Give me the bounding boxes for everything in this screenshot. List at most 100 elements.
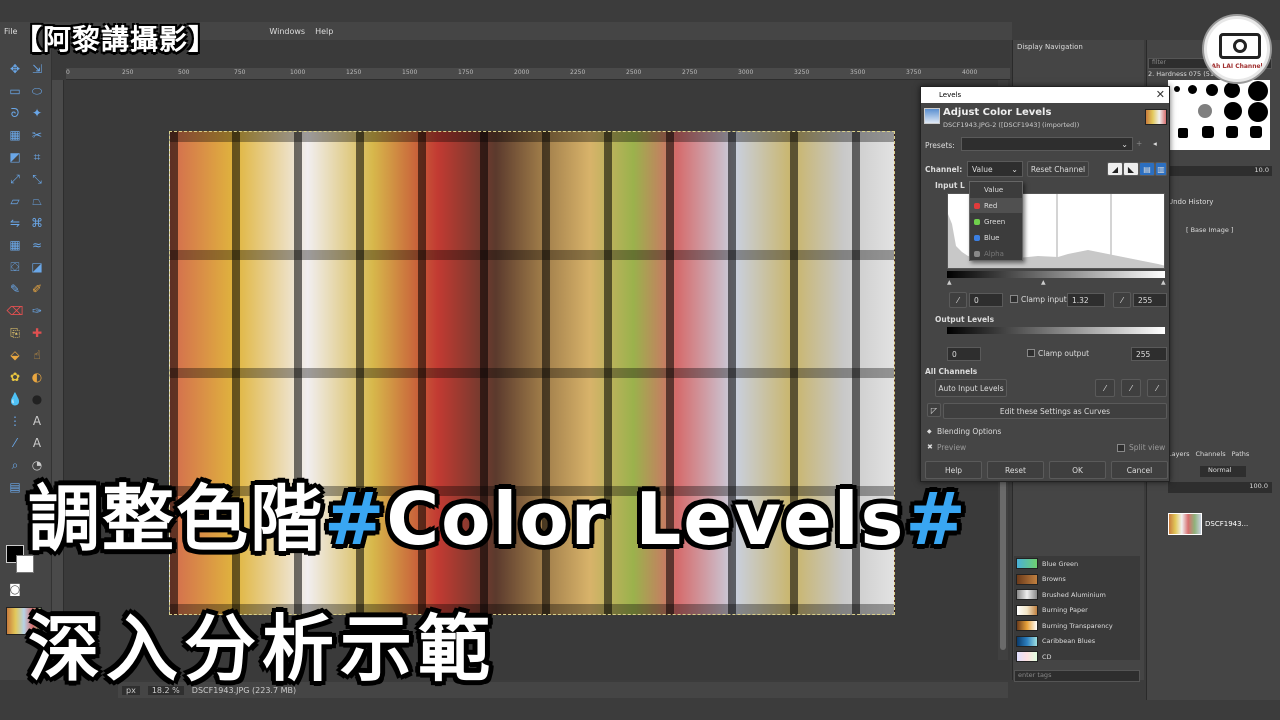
brush-spacing[interactable]: 10.0 [1168, 166, 1272, 176]
paths-icon[interactable]: ⋮ [6, 412, 24, 430]
linear-view-icon[interactable]: ▤ [1139, 162, 1155, 176]
list-item[interactable]: Brushed Aluminium [1014, 587, 1140, 603]
menu-windows[interactable]: Windows [269, 27, 305, 36]
edit-as-curves-button[interactable]: Edit these Settings as Curves [943, 403, 1167, 419]
measure-icon[interactable]: A [28, 434, 46, 452]
zoom-icon[interactable]: ⌕ [6, 456, 24, 474]
smudge-icon[interactable]: ☝ [28, 346, 46, 364]
levels-tool-icon[interactable]: ▤ [6, 478, 24, 496]
brush-item[interactable] [1188, 85, 1197, 94]
input-low-field[interactable]: 0 [969, 293, 1003, 307]
rect-select-icon[interactable]: ▭ [6, 82, 24, 100]
ok-button[interactable]: OK [1049, 461, 1106, 479]
ellipse-select-icon[interactable]: ⬭ [28, 82, 46, 100]
brush-item[interactable] [1178, 128, 1188, 138]
log-view-icon[interactable]: ▥ [1155, 162, 1167, 176]
black-point-picker-icon[interactable]: ⁄ [949, 292, 967, 308]
brush-item[interactable] [1226, 126, 1238, 138]
undo-item[interactable]: [ Base Image ] [1186, 226, 1233, 234]
auto-input-levels-button[interactable]: Auto Input Levels [935, 379, 1007, 397]
gamma-handle-icon[interactable]: ▲ [1041, 279, 1046, 286]
layer-opacity-field[interactable]: 100.0 [1168, 482, 1272, 493]
blur-icon[interactable]: ✿ [6, 368, 24, 386]
menu-help[interactable]: Help [315, 27, 333, 36]
white-picker-icon[interactable]: ⁄ [1147, 379, 1167, 397]
brush-item[interactable] [1250, 126, 1262, 138]
flip-icon[interactable]: ⇋ [6, 214, 24, 232]
brush-item[interactable] [1198, 104, 1212, 118]
gradient-icon[interactable]: ◪ [28, 258, 46, 276]
paintbrush-icon[interactable]: ✐ [28, 280, 46, 298]
perspective-icon[interactable]: ⏢ [28, 192, 46, 210]
list-item[interactable]: Browns [1014, 572, 1140, 588]
input-low-handle-icon[interactable]: ▲ [947, 279, 952, 286]
linear-histogram-icon[interactable]: ◢ [1107, 162, 1123, 176]
lasso-icon[interactable]: ᘐ [6, 104, 24, 122]
gamma-field[interactable]: 1.32 [1067, 293, 1105, 307]
black-picker-icon[interactable]: ⁄ [1095, 379, 1115, 397]
scissors-icon[interactable]: ✂ [28, 126, 46, 144]
brush-item[interactable] [1174, 86, 1180, 92]
cancel-button[interactable]: Cancel [1111, 461, 1168, 479]
foreground-select-icon[interactable]: ◩ [6, 148, 24, 166]
input-high-handle-icon[interactable]: ▲ [1161, 279, 1166, 286]
reset-channel-button[interactable]: Reset Channel [1027, 161, 1089, 177]
pencil-icon[interactable]: ✎ [6, 280, 24, 298]
presets-select[interactable]: ⌄ [961, 137, 1133, 151]
close-icon[interactable]: ✕ [1156, 88, 1165, 101]
channel-option-green[interactable]: Green [970, 214, 1022, 229]
clamp-output-checkbox[interactable] [1027, 349, 1035, 357]
transform-icon[interactable]: ⤢ [6, 170, 24, 188]
input-high-field[interactable]: 255 [1133, 293, 1167, 307]
mypaint-icon[interactable]: ● [28, 390, 46, 408]
eraser-icon[interactable]: ⌫ [6, 302, 24, 320]
color-select-icon[interactable]: ▦ [6, 126, 24, 144]
brush-item[interactable] [1202, 126, 1214, 138]
list-item[interactable]: Blue Green [1014, 556, 1140, 572]
channel-select[interactable]: Value ⌄ [967, 161, 1023, 177]
warp-icon[interactable]: ≈ [28, 236, 46, 254]
channel-option-red[interactable]: Red [970, 198, 1022, 213]
default-colors-icon[interactable]: ◙ [6, 580, 24, 598]
brush-item[interactable] [1248, 102, 1268, 122]
brush-item[interactable] [1206, 84, 1218, 96]
align-tool-icon[interactable]: ⇲ [28, 60, 46, 78]
airbrush-icon[interactable]: ✑ [28, 302, 46, 320]
color-picker-icon[interactable]: ⁄ [6, 434, 24, 452]
brushes-grid[interactable] [1168, 80, 1270, 150]
output-high-field[interactable]: 255 [1131, 347, 1167, 361]
log-histogram-icon[interactable]: ◣ [1123, 162, 1139, 176]
grid-icon[interactable]: ▦ [6, 236, 24, 254]
output-low-field[interactable]: 0 [947, 347, 981, 361]
channel-option-value[interactable]: Value [970, 182, 1022, 197]
channel-option-blue[interactable]: Blue [970, 230, 1022, 245]
brush-item[interactable] [1248, 81, 1268, 101]
gray-picker-icon[interactable]: ⁄ [1121, 379, 1141, 397]
scale-icon[interactable]: ⤡ [28, 170, 46, 188]
list-item[interactable]: CD [1014, 649, 1140, 665]
tab-paths[interactable]: Paths [1232, 450, 1250, 458]
clamp-input-checkbox[interactable] [1010, 295, 1018, 303]
tab-layers[interactable]: Layers [1168, 450, 1190, 458]
move-tool-icon[interactable]: ✥ [6, 60, 24, 78]
fuzzy-select-icon[interactable]: ✦ [28, 104, 46, 122]
crop-icon[interactable]: ⌗ [28, 148, 46, 166]
cage-icon[interactable]: ⌘ [28, 214, 46, 232]
preview-check-icon[interactable]: ✖ [927, 443, 933, 451]
tag-input[interactable]: enter tags [1014, 670, 1140, 682]
clone-icon[interactable]: ⎘ [6, 324, 24, 342]
perspective-clone-icon[interactable]: ⬙ [6, 346, 24, 364]
brush-item[interactable] [1224, 102, 1242, 120]
add-preset-icon[interactable]: + [1136, 139, 1142, 148]
split-view-checkbox[interactable] [1117, 444, 1125, 452]
layer-row[interactable]: DSCF1943... [1168, 512, 1280, 536]
tab-channels[interactable]: Channels [1196, 450, 1226, 458]
preset-menu-icon[interactable]: ◂ [1153, 139, 1157, 148]
reset-button[interactable]: Reset [987, 461, 1044, 479]
ink-icon[interactable]: 💧 [6, 390, 24, 408]
list-item[interactable]: Burning Transparency [1014, 618, 1140, 634]
white-point-picker-icon[interactable]: ⁄ [1113, 292, 1131, 308]
blending-options[interactable]: Blending Options [937, 427, 1001, 436]
brush-item[interactable] [1224, 82, 1240, 98]
shear-icon[interactable]: ▱ [6, 192, 24, 210]
